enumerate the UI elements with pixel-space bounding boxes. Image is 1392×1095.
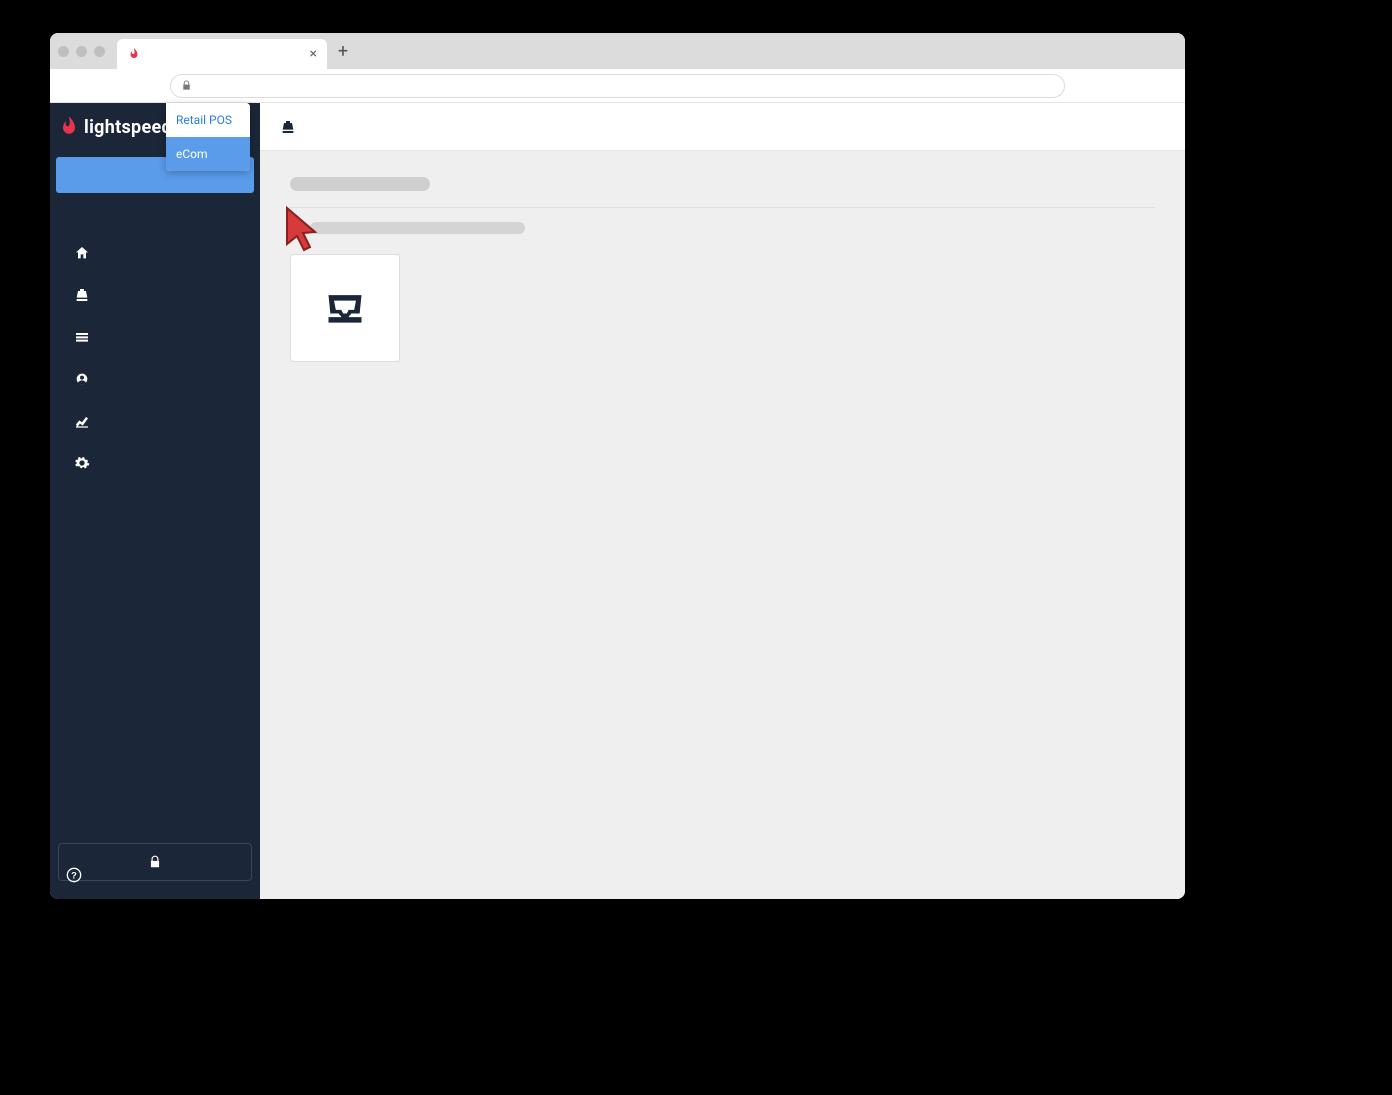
filter-row xyxy=(290,222,1155,234)
checkbox[interactable] xyxy=(290,222,302,234)
nav-settings[interactable] xyxy=(72,453,92,473)
flame-icon xyxy=(60,116,78,138)
help-button[interactable]: ? xyxy=(66,867,82,887)
browser-tab[interactable]: × xyxy=(117,39,327,69)
browser-window: × + lightspeed Retail POS eCom xyxy=(50,33,1185,899)
sidebar: lightspeed Retail POS eCom xyxy=(50,103,260,899)
lock-icon xyxy=(181,80,192,91)
register-icon xyxy=(280,119,296,135)
svg-text:?: ? xyxy=(71,870,77,880)
help-icon: ? xyxy=(66,867,82,883)
nav-register[interactable] xyxy=(72,285,92,305)
nav-customers[interactable] xyxy=(72,369,92,389)
main-content xyxy=(260,103,1185,899)
switcher-option-retail[interactable]: Retail POS xyxy=(166,103,250,137)
register-icon xyxy=(74,287,90,303)
flame-icon xyxy=(127,47,141,61)
layers-icon xyxy=(74,329,90,345)
traffic-zoom[interactable] xyxy=(94,46,105,57)
brand-logo[interactable]: lightspeed Retail POS eCom xyxy=(50,103,260,151)
close-icon[interactable]: × xyxy=(310,46,317,62)
address-bar[interactable] xyxy=(170,74,1065,98)
switcher-option-ecom[interactable]: eCom xyxy=(166,137,250,171)
page-title-skeleton xyxy=(290,177,430,191)
lock-register-button[interactable] xyxy=(58,843,252,881)
content-header xyxy=(260,103,1185,151)
inbox-icon xyxy=(323,286,367,330)
traffic-minimize[interactable] xyxy=(76,46,87,57)
browser-tab-strip: × + xyxy=(50,33,1185,69)
app-shell: lightspeed Retail POS eCom xyxy=(50,103,1185,899)
register-card[interactable] xyxy=(290,254,400,362)
divider xyxy=(290,207,1155,208)
chart-icon xyxy=(74,413,90,429)
nav-reports[interactable] xyxy=(72,411,92,431)
user-icon xyxy=(74,371,90,387)
lock-icon xyxy=(148,855,162,869)
new-tab-button[interactable]: + xyxy=(327,41,359,62)
traffic-close[interactable] xyxy=(58,46,69,57)
gear-icon xyxy=(74,455,90,471)
content-body xyxy=(260,151,1185,388)
filter-label-skeleton xyxy=(310,222,525,234)
nav-inventory[interactable] xyxy=(72,327,92,347)
product-switcher-menu: Retail POS eCom xyxy=(166,103,250,171)
sidebar-nav xyxy=(50,243,260,473)
nav-home[interactable] xyxy=(72,243,92,263)
window-controls[interactable] xyxy=(58,46,105,57)
browser-toolbar xyxy=(50,69,1185,103)
brand-name: lightspeed xyxy=(84,117,172,138)
home-icon xyxy=(74,245,90,261)
